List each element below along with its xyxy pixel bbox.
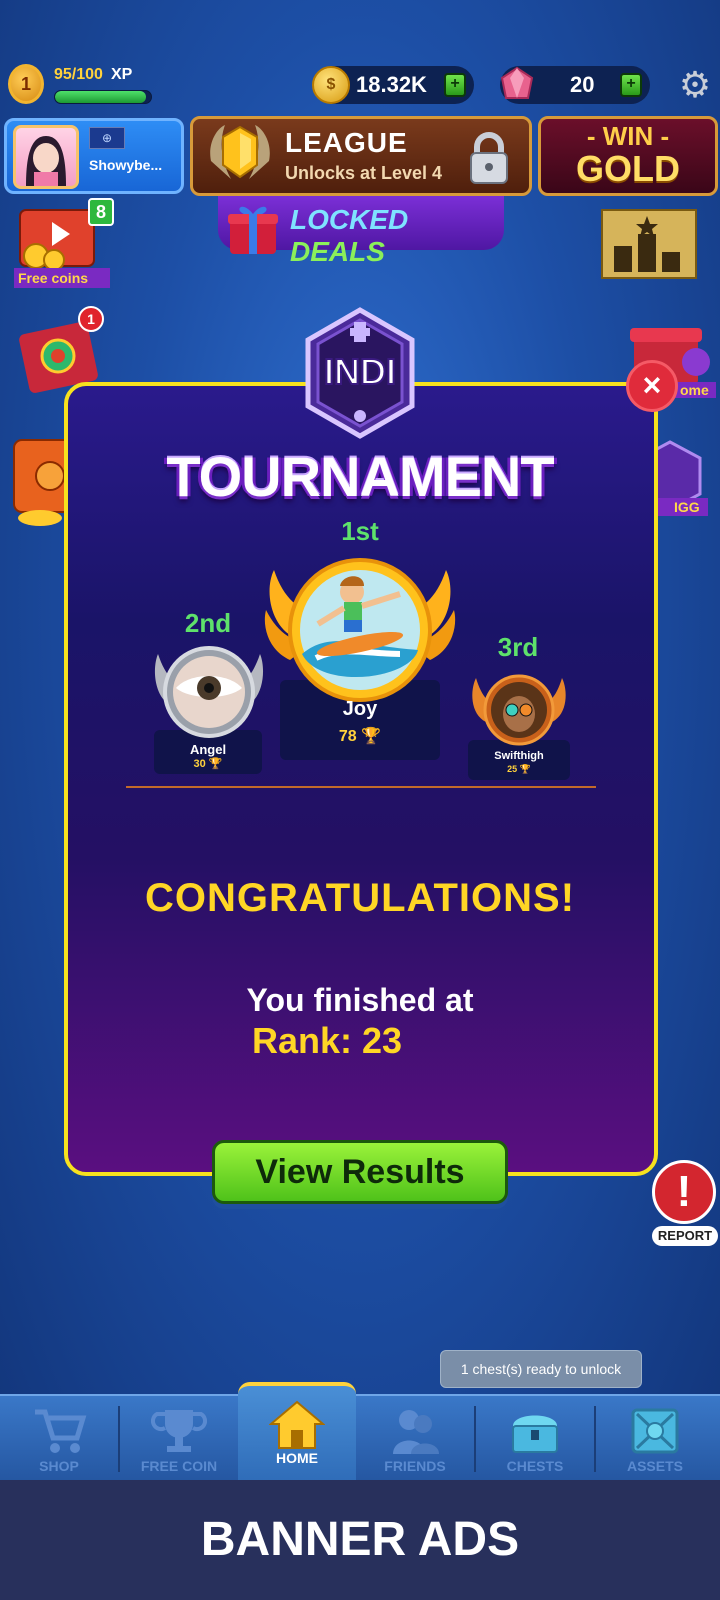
locked-deals-banner[interactable]: LOCKED DEALS: [218, 196, 504, 267]
profile-card[interactable]: ⊕ Showybe...: [4, 118, 184, 194]
profile-name: Showybe...: [89, 157, 163, 173]
locked-word: LOCKED: [290, 204, 409, 235]
home-icon: [269, 1400, 325, 1449]
indi-tournament-logo: INDI: [305, 307, 415, 439]
third-place-score-value: 25: [507, 764, 518, 774]
league-gem-icon: [210, 125, 270, 179]
gem-balance[interactable]: 20 +: [500, 66, 650, 104]
xp-progress-bar: [54, 90, 152, 104]
view-results-button[interactable]: View Results: [212, 1140, 508, 1204]
close-modal-button[interactable]: ×: [626, 360, 678, 412]
report-label[interactable]: REPORT: [652, 1226, 718, 1246]
tournament-title: TOURNAMENT: [166, 445, 554, 508]
third-place-label: 3rd: [497, 632, 539, 662]
locked-deals-text: LOCKED DEALS: [290, 204, 504, 268]
first-place-score-value: 78: [338, 728, 357, 745]
report-icon[interactable]: !: [652, 1160, 716, 1224]
leaderboard-button[interactable]: [600, 208, 710, 282]
nav-shop-label: SHOP: [39, 1458, 79, 1474]
nav-assets-label: ASSETS: [626, 1458, 683, 1474]
friends-icon: [393, 1410, 439, 1454]
first-place-avatar[interactable]: [260, 550, 460, 710]
podium-icon: [601, 209, 697, 279]
nav-assets[interactable]: ASSETS: [596, 1396, 714, 1482]
banner-ads[interactable]: BANNER ADS: [0, 1480, 720, 1600]
nav-free-coin-label: FREE COIN: [140, 1458, 218, 1474]
trophy-icon: 🏆: [361, 728, 382, 745]
assets-icon: [631, 1408, 679, 1454]
first-place-name: Joy: [342, 698, 378, 720]
third-place-avatar[interactable]: [468, 670, 570, 750]
gem-icon: [500, 66, 534, 99]
country-flag-icon: ⊕: [89, 127, 125, 149]
xp-progress-fill: [55, 91, 147, 103]
nav-friends[interactable]: FRIENDS: [356, 1396, 474, 1482]
gold-label: GOLD: [576, 148, 680, 189]
first-place-score: 78 🏆: [280, 726, 440, 746]
cart-icon: [35, 1409, 87, 1453]
nav-friends-label: FRIENDS: [384, 1458, 446, 1474]
chest-icon: [512, 1415, 558, 1453]
trophy-icon: [151, 1410, 207, 1452]
nav-home-label: HOME: [276, 1450, 318, 1466]
free-coins-badge: 8: [88, 198, 114, 226]
league-card[interactable]: LEAGUE Unlocks at Level 4: [190, 116, 532, 196]
nav-home[interactable]: HOME: [238, 1382, 356, 1482]
xp-label: XP: [110, 66, 133, 83]
podium-divider: [126, 786, 596, 788]
nav-chests[interactable]: CHESTS: [476, 1396, 594, 1482]
second-place-score-value: 30: [193, 758, 206, 770]
top-bar: 1 95/100 XP $ 18.32K + 20 + ⚙: [0, 60, 720, 110]
free-coins-label: Free coins: [14, 268, 110, 288]
league-subtitle: Unlocks at Level 4: [285, 163, 443, 183]
coin-icon: $: [312, 66, 350, 104]
nav-shop[interactable]: SHOP: [0, 1396, 118, 1482]
profile-avatar: [13, 125, 79, 189]
super-shot-badge: 1: [78, 306, 104, 332]
second-place-name: Angel: [189, 742, 227, 757]
indi-logo-text: INDI: [324, 351, 396, 392]
settings-gear-icon[interactable]: ⚙: [676, 66, 714, 104]
nav-free-coin[interactable]: FREE COIN: [120, 1396, 238, 1482]
lock-icon: [470, 132, 508, 184]
avatar-girl-icon: [26, 136, 66, 186]
third-place-score: 25 🏆: [468, 764, 570, 775]
chest-ready-tooltip: 1 chest(s) ready to unlock: [440, 1350, 642, 1388]
xp-value: 95/100: [54, 66, 103, 83]
rank-text: Rank: 23: [252, 1020, 403, 1061]
gem-value: 20: [570, 72, 595, 97]
nav-chests-label: CHESTS: [506, 1458, 564, 1474]
level-value: 1: [20, 73, 31, 94]
add-gems-button[interactable]: +: [620, 73, 642, 97]
second-place-label: 2nd: [184, 608, 232, 638]
bottom-nav: SHOP FREE COIN HOME FRIENDS CHESTS ASSET…: [0, 1382, 720, 1482]
trophy-icon: 🏆: [519, 764, 531, 774]
third-place-name: Swifthigh: [494, 750, 544, 762]
league-title: LEAGUE: [285, 127, 408, 158]
finished-at-text: You finished at: [246, 982, 474, 1018]
level-badge[interactable]: 1: [8, 64, 44, 104]
congratulations-text: CONGRATULATIONS!: [144, 876, 576, 920]
xp-text: 95/100 XP: [54, 66, 132, 84]
coin-balance[interactable]: $ 18.32K +: [312, 66, 474, 104]
add-coins-button[interactable]: +: [444, 73, 466, 97]
second-place-avatar[interactable]: [150, 642, 268, 742]
deals-word: DEALS: [290, 236, 385, 267]
svg-text:ome: ome: [680, 382, 709, 398]
second-place-score: 30 🏆: [154, 757, 262, 770]
trophy-icon: 🏆: [208, 758, 223, 770]
coin-value: 18.32K: [356, 72, 427, 97]
first-place-label: 1st: [341, 516, 379, 546]
win-gold-card[interactable]: - WIN - GOLD: [538, 116, 718, 196]
gift-icon: [228, 206, 278, 254]
